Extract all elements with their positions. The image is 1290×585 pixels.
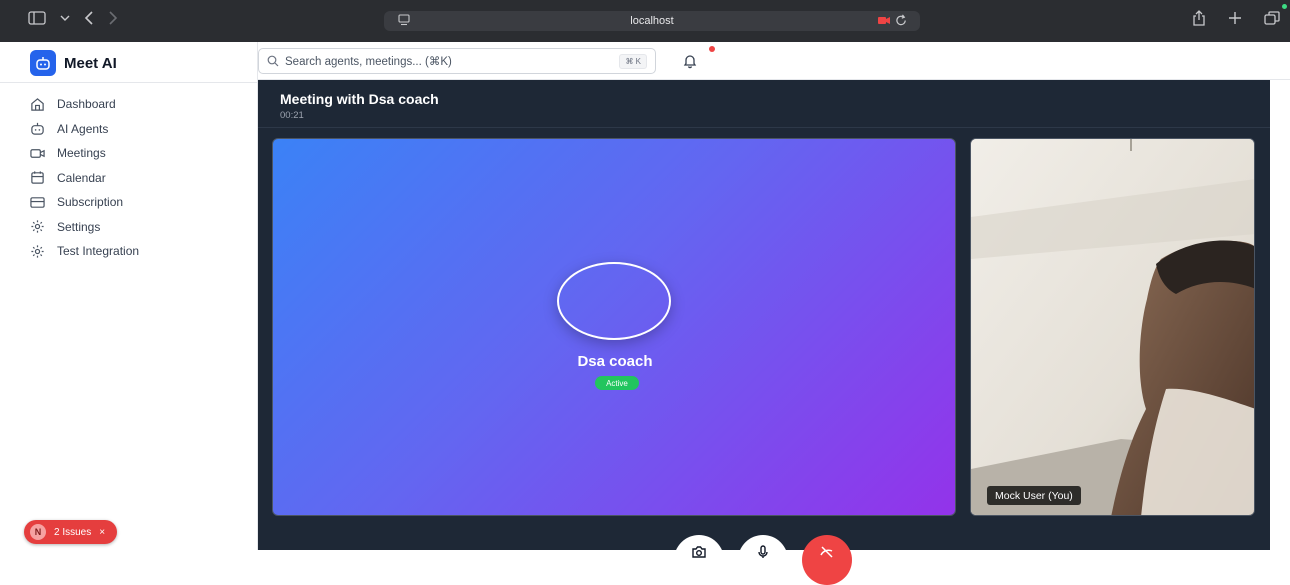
- meeting-area: Meeting with Dsa coach 00:21 Dsa coach A…: [258, 80, 1270, 585]
- camera-feed: [971, 139, 1254, 515]
- sidebar-item-subscription[interactable]: Subscription: [30, 190, 139, 215]
- call-controls: [674, 535, 852, 585]
- camera-recording-icon[interactable]: [878, 16, 890, 25]
- next-logo-icon: N: [30, 524, 46, 540]
- search-placeholder: Search agents, meetings... (⌘K): [285, 56, 452, 68]
- gear-icon: [31, 220, 44, 233]
- sidebar-item-label: Subscription: [57, 195, 124, 210]
- browser-actions: [1192, 10, 1280, 26]
- status-dot: [1282, 4, 1287, 9]
- share-icon[interactable]: [1192, 10, 1206, 26]
- search-icon: [267, 55, 279, 67]
- url-text: localhost: [630, 15, 674, 27]
- sidebar-nav: Dashboard AI Agents Meetings Calendar Su…: [30, 92, 139, 264]
- camera-icon: [692, 546, 706, 558]
- agent-name: Dsa coach: [577, 353, 653, 370]
- status-badge: Active: [595, 376, 639, 390]
- bot-icon: [31, 123, 44, 135]
- mic-toggle-button[interactable]: [738, 535, 788, 585]
- brand[interactable]: Meet AI: [30, 50, 117, 76]
- end-call-button[interactable]: [802, 535, 852, 585]
- forward-icon[interactable]: [108, 11, 118, 25]
- divider: [0, 82, 258, 83]
- address-bar[interactable]: localhost: [384, 11, 920, 31]
- dev-issues-badge[interactable]: N 2 Issues ×: [24, 520, 118, 544]
- new-tab-icon[interactable]: [1228, 11, 1242, 25]
- tab-overview-icon[interactable]: [1264, 11, 1280, 25]
- chevron-down-icon[interactable]: [60, 14, 70, 22]
- page-gutter: [1270, 80, 1290, 550]
- agent-avatar: [557, 262, 671, 340]
- sidebar-item-settings[interactable]: Settings: [30, 215, 139, 240]
- back-icon[interactable]: [84, 11, 94, 25]
- sidebar-item-label: Meetings: [57, 146, 106, 161]
- sidebar-item-label: AI Agents: [57, 121, 109, 136]
- sidebar-item-label: Calendar: [57, 170, 106, 185]
- sidebar-toggle-icon[interactable]: [28, 11, 46, 25]
- close-icon[interactable]: ×: [99, 527, 105, 538]
- participant-label: Mock User (You): [987, 486, 1081, 505]
- sidebar: Meet AI Dashboard AI Agents Meetings Cal…: [0, 42, 258, 550]
- search-input[interactable]: Search agents, meetings... (⌘K) ⌘ K: [258, 48, 656, 74]
- sidebar-item-meetings[interactable]: Meetings: [30, 141, 139, 166]
- sidebar-item-calendar[interactable]: Calendar: [30, 166, 139, 191]
- agent-video-tile: Dsa coach Active: [272, 138, 956, 516]
- issues-label: 2 Issues: [54, 526, 92, 538]
- shortcut-hint: ⌘ K: [619, 54, 647, 69]
- sidebar-item-test-integration[interactable]: Test Integration: [30, 239, 139, 264]
- card-icon: [30, 196, 45, 208]
- browser-toolbar: localhost: [0, 0, 1290, 42]
- bot-logo-icon: [30, 50, 56, 76]
- sidebar-item-ai-agents[interactable]: AI Agents: [30, 117, 139, 142]
- sidebar-item-dashboard[interactable]: Dashboard: [30, 92, 139, 117]
- sidebar-item-label: Test Integration: [57, 244, 140, 259]
- bell-icon[interactable]: [682, 53, 698, 69]
- sidebar-item-label: Settings: [57, 219, 101, 234]
- calendar-icon: [31, 171, 44, 184]
- brand-name: Meet AI: [64, 54, 117, 72]
- meeting-header: Meeting with Dsa coach 00:21: [258, 80, 1270, 128]
- gear-icon: [31, 245, 44, 258]
- site-settings-icon[interactable]: [398, 14, 410, 26]
- user-video-tile: Mock User (You): [970, 138, 1255, 516]
- camera-toggle-button[interactable]: [674, 535, 724, 585]
- sidebar-item-label: Dashboard: [57, 97, 116, 112]
- video-icon: [30, 148, 45, 158]
- home-icon: [31, 97, 44, 111]
- meeting-title: Meeting with Dsa coach: [280, 91, 439, 107]
- phone-off-icon: [820, 546, 833, 558]
- browser-nav: [28, 11, 118, 25]
- mic-icon: [758, 545, 768, 558]
- meeting-timer: 00:21: [280, 110, 304, 121]
- top-bar: Search agents, meetings... (⌘K) ⌘ K: [258, 42, 1290, 80]
- notification-dot: [709, 46, 715, 52]
- reload-icon[interactable]: [895, 14, 908, 27]
